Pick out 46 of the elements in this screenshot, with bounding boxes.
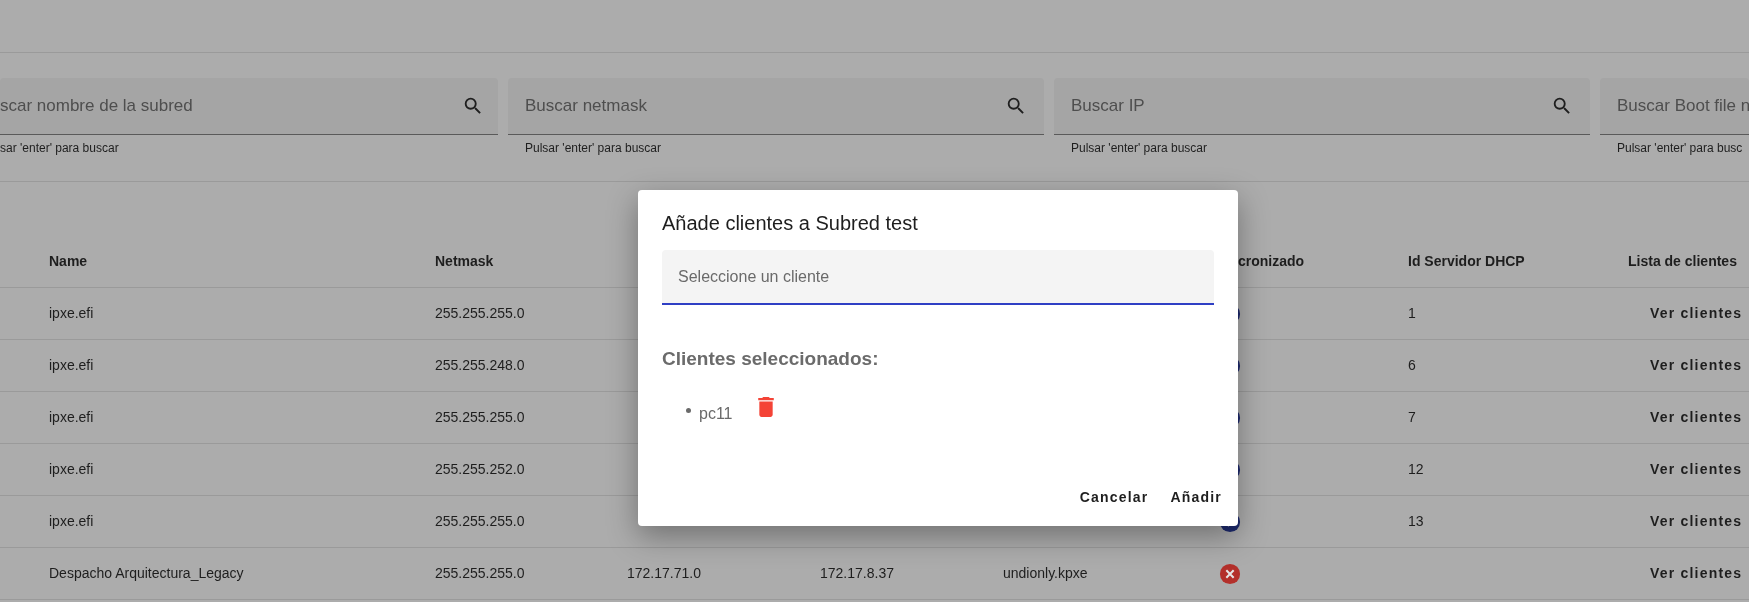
- table-cell: Despacho Arquitectura_Legacy: [49, 565, 244, 581]
- add-button[interactable]: Añadir: [1162, 481, 1230, 514]
- column-header: Name: [49, 252, 88, 269]
- helper-text: Pulsar 'enter' para buscar: [1070, 140, 1208, 157]
- helper-text: Pulsar 'enter' para buscar: [524, 140, 662, 157]
- column-header: Id Servidor DHCP: [1408, 252, 1525, 269]
- view-clients-button[interactable]: Ver clientes: [1642, 505, 1749, 538]
- helper-text: sar 'enter' para buscar: [0, 140, 120, 157]
- column-header: Netmask: [435, 252, 494, 269]
- table-cell: 255.255.255.0: [435, 565, 525, 581]
- table-cell: 13: [1408, 513, 1424, 529]
- search-icon[interactable]: [1551, 95, 1573, 117]
- search-icon[interactable]: [462, 95, 484, 117]
- table-cell: 255.255.248.0: [435, 357, 525, 373]
- view-clients-button[interactable]: Ver clientes: [1642, 349, 1749, 382]
- cancel-button[interactable]: Cancelar: [1071, 481, 1157, 514]
- table-cell: undionly.kpxe: [1003, 565, 1088, 581]
- table-cell: 172.17.8.37: [820, 565, 894, 581]
- client-select-field[interactable]: Seleccione un cliente: [662, 250, 1214, 305]
- table-cell: 7: [1408, 409, 1416, 425]
- column-header: cronizado: [1238, 252, 1305, 269]
- table-cell: 255.255.252.0: [435, 461, 525, 477]
- table-cell: ipxe.efi: [49, 305, 94, 321]
- view-clients-button[interactable]: Ver clientes: [1642, 297, 1749, 330]
- table-cell: 255.255.255.0: [435, 513, 525, 529]
- table-cell: 255.255.255.0: [435, 305, 525, 321]
- view-clients-button[interactable]: Ver clientes: [1642, 557, 1749, 590]
- search-icon[interactable]: [1005, 95, 1027, 117]
- selected-heading: Clientes seleccionados:: [662, 347, 880, 371]
- delete-icon[interactable]: [756, 396, 775, 417]
- table-cell: 255.255.255.0: [435, 409, 525, 425]
- dialog-title: Añade clientes a Subred test: [662, 211, 919, 236]
- view-clients-button[interactable]: Ver clientes: [1642, 401, 1749, 434]
- table-cell: ipxe.efi: [49, 409, 94, 425]
- view-clients-button[interactable]: Ver clientes: [1642, 453, 1749, 486]
- table-cell: 12: [1408, 461, 1424, 477]
- table-cell: ipxe.efi: [49, 357, 94, 373]
- table-cell: 1: [1408, 305, 1416, 321]
- column-header: Lista de clientes: [1628, 252, 1737, 269]
- table-cell: 6: [1408, 357, 1416, 373]
- helper-text: Pulsar 'enter' para busc: [1616, 140, 1744, 157]
- table-cell: ipxe.efi: [49, 513, 94, 529]
- bullet-icon: [686, 408, 691, 413]
- table-cell: 172.17.71.0: [627, 565, 701, 581]
- table-cell: ipxe.efi: [49, 461, 94, 477]
- client-name: pc11: [699, 403, 733, 424]
